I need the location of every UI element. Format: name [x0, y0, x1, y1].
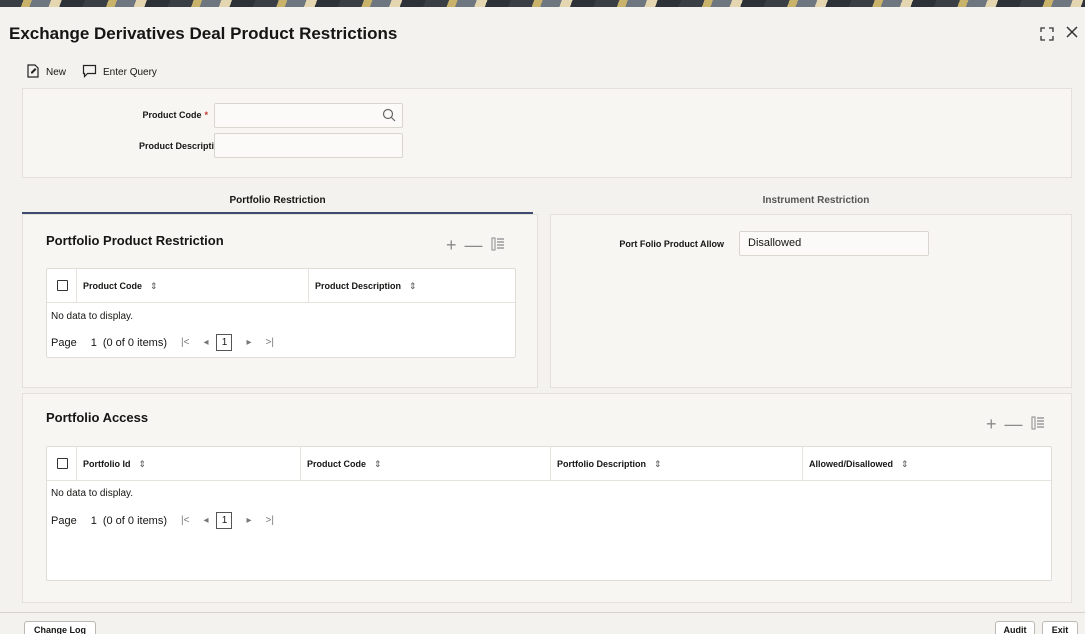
last-page-icon[interactable]: >| — [266, 337, 274, 348]
page-info: (0 of 0 items) — [102, 336, 168, 349]
select-all-checkbox[interactable] — [57, 280, 68, 291]
grid-toolbar: + — — [978, 414, 1045, 435]
new-label: New — [46, 66, 67, 78]
column-header-allowed-disallowed[interactable]: Allowed/Disallowed ⇕ — [802, 447, 1052, 481]
audit-button[interactable]: Audit — [995, 621, 1035, 634]
column-settings-icon[interactable] — [491, 235, 505, 256]
empty-message: No data to display. — [51, 488, 134, 499]
column-header-product-description[interactable]: Product Description ⇕ — [308, 269, 516, 303]
tab-portfolio-restriction[interactable]: Portfolio Restriction — [22, 195, 533, 206]
page-number[interactable]: 1 — [91, 515, 97, 527]
current-page[interactable]: 1 — [216, 334, 233, 351]
enter-query-label: Enter Query — [103, 66, 157, 78]
search-icon[interactable] — [382, 108, 396, 125]
grid-toolbar: + — — [438, 235, 505, 256]
page-info: (0 of 0 items) — [102, 514, 168, 527]
column-header-product-code[interactable]: Product Code ⇕ — [76, 269, 308, 303]
column-header-product-code[interactable]: Product Code ⇕ — [300, 447, 550, 481]
product-code-input[interactable] — [214, 103, 403, 128]
portfolio-access-panel: Portfolio Access + — Portfolio Id ⇕ Produ… — [22, 393, 1072, 603]
sort-icon: ⇕ — [138, 458, 147, 469]
tab-instrument-restriction[interactable]: Instrument Restriction — [560, 195, 1072, 206]
sort-icon: ⇕ — [901, 458, 909, 469]
current-page[interactable]: 1 — [216, 512, 233, 529]
sort-icon: ⇕ — [654, 458, 662, 469]
add-row-icon[interactable]: + — [986, 414, 997, 435]
next-page-icon[interactable]: ▸ — [246, 515, 251, 526]
first-page-icon[interactable]: |< — [181, 515, 189, 526]
column-header-portfolio-id[interactable]: Portfolio Id ⇕ — [76, 447, 300, 481]
delete-row-icon[interactable]: — — [1005, 414, 1023, 435]
grid-header: Product Code ⇕ Product Description ⇕ — [47, 269, 515, 303]
delete-row-icon[interactable]: — — [465, 235, 483, 256]
portfolio-product-restriction-panel: Portfolio Product Restriction + — Produc… — [22, 214, 538, 388]
close-icon[interactable] — [1066, 25, 1078, 43]
sort-icon: ⇕ — [150, 280, 158, 291]
port-folio-product-allow-label: Port Folio Product Allow — [619, 239, 724, 249]
portfolio-access-grid: Portfolio Id ⇕ Product Code ⇕ Portfolio De… — [46, 446, 1052, 581]
product-code-label: Product Code * — [142, 110, 208, 120]
portfolio-product-grid: Product Code ⇕ Product Description ⇕ No da… — [46, 268, 516, 358]
page-title: Exchange Derivatives Deal Product Restri… — [9, 24, 398, 43]
query-icon — [82, 64, 97, 81]
title-bar: Exchange Derivatives Deal Product Restri… — [0, 7, 1085, 57]
add-row-icon[interactable]: + — [446, 235, 457, 256]
prev-page-icon[interactable]: ◂ — [203, 515, 208, 526]
new-button[interactable]: New — [26, 63, 67, 81]
new-document-icon — [26, 63, 40, 81]
required-indicator: * — [204, 110, 208, 120]
empty-message: No data to display. — [51, 311, 134, 322]
pagination: Page 1 (0 of 0 items) |< ◂ 1 ▸ >| — [51, 334, 274, 351]
next-page-icon[interactable]: ▸ — [246, 337, 251, 348]
page-label: Page — [51, 336, 77, 349]
enter-query-button[interactable]: Enter Query — [82, 64, 157, 81]
header-form-panel: Product Code * Product Description — [22, 88, 1072, 178]
exit-button[interactable]: Exit — [1042, 621, 1078, 634]
port-folio-product-allow-field[interactable]: Disallowed — [739, 231, 929, 256]
instrument-restriction-panel: Port Folio Product Allow Disallowed — [550, 214, 1072, 388]
column-header-portfolio-description[interactable]: Portfolio Description ⇕ — [550, 447, 802, 481]
select-all-checkbox[interactable] — [57, 458, 68, 469]
portfolio-access-title: Portfolio Access — [46, 410, 149, 425]
first-page-icon[interactable]: |< — [181, 337, 189, 348]
portfolio-product-restriction-title: Portfolio Product Restriction — [46, 233, 224, 248]
column-settings-icon[interactable] — [1031, 414, 1045, 435]
resize-icon[interactable] — [1040, 27, 1054, 46]
header-decoration — [0, 0, 1085, 7]
product-description-input[interactable] — [214, 133, 403, 158]
pagination: Page 1 (0 of 0 items) |< ◂ 1 ▸ >| — [51, 512, 274, 529]
grid-header: Portfolio Id ⇕ Product Code ⇕ Portfolio De… — [47, 447, 1051, 481]
page-label: Page — [51, 514, 77, 527]
product-description-label: Product Description — [138, 141, 225, 151]
footer-bar: Change Log Audit Exit — [0, 612, 1085, 634]
toolbar: New Enter Query — [26, 62, 173, 82]
sort-icon: ⇕ — [374, 458, 382, 469]
last-page-icon[interactable]: >| — [266, 515, 274, 526]
page-number[interactable]: 1 — [91, 337, 97, 349]
sort-icon: ⇕ — [409, 280, 417, 291]
prev-page-icon[interactable]: ◂ — [203, 337, 208, 348]
change-log-button[interactable]: Change Log — [24, 621, 96, 634]
